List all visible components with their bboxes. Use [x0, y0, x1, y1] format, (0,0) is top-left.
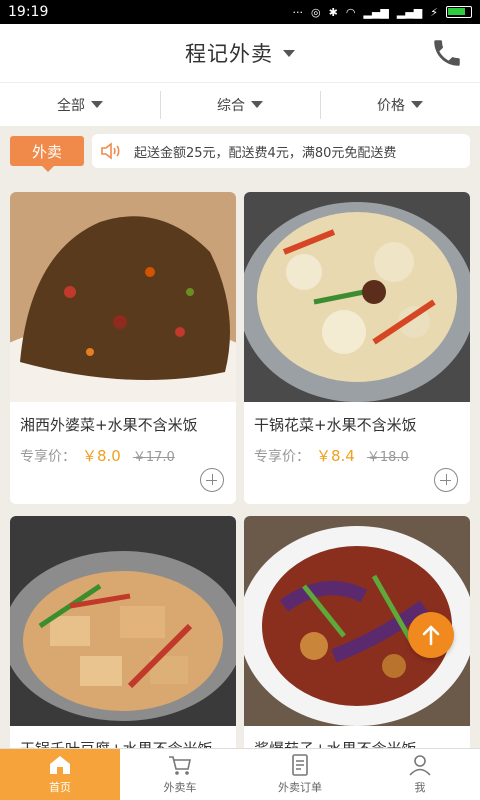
original-price: ￥18.0: [366, 450, 409, 465]
price-label: 专享价：: [20, 448, 76, 465]
product-name: 湘西外婆菜+水果不含米饭: [20, 416, 198, 434]
order-list-icon: [292, 754, 308, 776]
filter-label: 综合: [217, 97, 245, 114]
tab-label: 外卖车: [163, 781, 197, 794]
home-icon: [50, 756, 70, 774]
add-to-cart-icon[interactable]: [434, 468, 458, 492]
status-bar: 19:19 ··· ◎ ✱ ◠ ▂▄▆ ▂▄▆ ⚡: [0, 0, 480, 24]
status-time: 19:19: [8, 4, 49, 20]
wifi-icon: ◠: [345, 5, 356, 19]
app-header: 程记外卖: [0, 24, 480, 82]
tab-home[interactable]: 首页: [0, 749, 120, 800]
tab-label: 外卖订单: [278, 781, 322, 794]
signal-icon-2: ▂▄▆: [396, 5, 423, 19]
price-row: 专享价： ￥8.0 ￥17.0: [10, 435, 236, 466]
charging-icon: ⚡: [430, 5, 438, 19]
signal-icon: ▂▄▆: [363, 5, 389, 19]
status-icons: ··· ◎ ✱ ◠ ▂▄▆ ▂▄▆ ⚡: [293, 6, 472, 19]
cart-icon: [169, 756, 191, 775]
tab-label: 我: [414, 781, 426, 794]
speaker-icon: [101, 142, 120, 160]
notice-row: 外卖 起送金额25元，配送费4元，满80元免配送费: [0, 126, 480, 178]
chevron-down-icon: [411, 101, 423, 108]
scroll-top-button[interactable]: [408, 612, 454, 658]
chevron-down-icon: [251, 101, 263, 108]
product-name: 酱爆茄子+水果不含米饭: [244, 726, 470, 748]
tab-me[interactable]: 我: [360, 749, 480, 800]
price-label: 专享价：: [254, 448, 310, 465]
filter-price[interactable]: 价格: [320, 83, 480, 126]
notice-text: 起送金额25元，配送费4元，满80元免配送费: [134, 145, 397, 161]
tab-cart[interactable]: 外卖车: [120, 749, 240, 800]
arrow-up-icon: [422, 625, 440, 646]
original-price: ￥17.0: [132, 450, 175, 465]
filter-bar: 全部 综合 价格: [0, 82, 480, 126]
dots-icon: ···: [292, 5, 304, 19]
product-name: 干锅千叶豆腐+水果不含米饭: [10, 726, 236, 748]
product-name: 干锅花菜+水果不含米饭: [254, 416, 417, 434]
tab-label: 首页: [49, 781, 71, 794]
price: ￥8.0: [82, 447, 121, 465]
filter-comprehensive[interactable]: 综合: [160, 83, 320, 126]
alarm-icon: ◎: [311, 5, 321, 19]
price: ￥8.4: [316, 447, 355, 465]
product-grid: 湘西外婆菜+水果不含米饭 专享价： ￥8.0 ￥17.0 干锅花菜+水果不含米饭: [0, 178, 480, 748]
product-image: [10, 516, 236, 726]
product-image: [244, 192, 470, 402]
filter-all[interactable]: 全部: [0, 83, 160, 126]
add-to-cart-icon[interactable]: [200, 468, 224, 492]
product-card[interactable]: 干锅花菜+水果不含米饭 专享价： ￥8.4 ￥18.0: [244, 192, 470, 504]
price-row: 专享价： ￥8.4 ￥18.0: [244, 435, 470, 466]
product-image: [10, 192, 236, 402]
battery-icon: [446, 6, 472, 18]
chevron-down-icon: [283, 49, 295, 57]
tab-orders[interactable]: 外卖订单: [240, 749, 360, 800]
product-card[interactable]: 干锅千叶豆腐+水果不含米饭: [10, 516, 236, 748]
store-selector[interactable]: 程记外卖: [185, 38, 295, 68]
chevron-down-icon: [91, 101, 103, 108]
phone-icon[interactable]: [430, 36, 464, 70]
bluetooth-icon: ✱: [328, 5, 338, 19]
takeout-tag: 外卖: [10, 136, 84, 172]
page-title: 程记外卖: [185, 42, 273, 66]
delivery-notice: 起送金额25元，配送费4元，满80元免配送费: [92, 134, 470, 168]
bottom-tab-bar: 首页 外卖车 外卖订单 我: [0, 748, 480, 800]
filter-label: 全部: [57, 97, 85, 114]
filter-label: 价格: [377, 97, 405, 114]
user-icon: [409, 755, 431, 776]
product-card[interactable]: 湘西外婆菜+水果不含米饭 专享价： ￥8.0 ￥17.0: [10, 192, 236, 504]
